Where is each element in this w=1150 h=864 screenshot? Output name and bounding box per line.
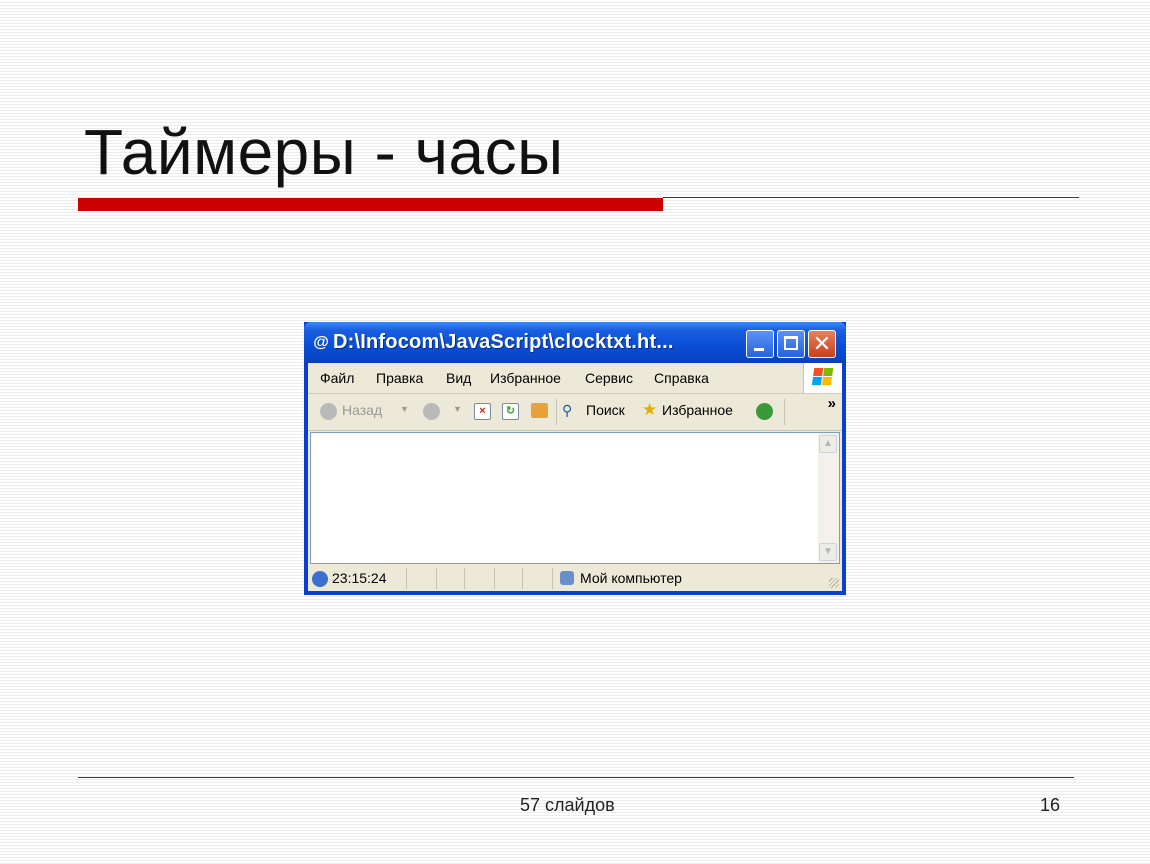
footer-divider — [78, 777, 1074, 778]
menu-tools[interactable]: Сервис — [585, 370, 633, 386]
sep-1 — [556, 399, 557, 425]
slide-title: Таймеры - часы — [84, 116, 564, 188]
home-icon[interactable] — [531, 403, 548, 418]
refresh-icon[interactable]: ↻ — [502, 403, 519, 420]
status-cell-3 — [464, 568, 465, 589]
menu-view[interactable]: Вид — [446, 370, 471, 386]
status-bar: 23:15:24 Мой компьютер — [308, 566, 842, 591]
ie-status-icon — [312, 571, 328, 587]
browser-window: @ D:\Infocom\JavaScript\clocktxt.ht... ✕… — [304, 322, 846, 595]
stop-icon[interactable]: × — [474, 403, 491, 420]
ie-page-icon: @ — [313, 334, 329, 351]
menu-favorites[interactable]: Избранное — [490, 370, 561, 386]
status-cell-2 — [436, 568, 437, 589]
status-cell-1 — [406, 568, 407, 589]
maximize-button[interactable] — [777, 330, 805, 358]
minimize-button[interactable] — [746, 330, 774, 358]
menu-help[interactable]: Справка — [654, 370, 709, 386]
search-icon: ⚲ — [562, 402, 573, 418]
forward-dropdown-icon: ▼ — [453, 404, 462, 414]
status-cell-5 — [522, 568, 523, 589]
scroll-down-icon[interactable]: ▼ — [819, 543, 837, 561]
toolbar-more-chevron[interactable]: » — [828, 395, 836, 412]
search-button[interactable]: Поиск — [586, 402, 625, 418]
history-icon[interactable] — [756, 403, 773, 420]
status-cell-4 — [494, 568, 495, 589]
window-title: D:\Infocom\JavaScript\clocktxt.ht... — [333, 331, 674, 353]
menu-file[interactable]: Файл — [320, 370, 354, 386]
title-underline-thin — [663, 197, 1079, 198]
sep-2 — [784, 399, 785, 425]
scroll-up-icon[interactable]: ▲ — [819, 435, 837, 453]
menu-edit[interactable]: Правка — [376, 370, 423, 386]
close-icon: ✕ — [812, 331, 832, 356]
windows-flag-icon — [811, 368, 835, 386]
computer-icon — [560, 571, 574, 585]
back-label: Назад — [342, 402, 383, 418]
maximize-icon — [784, 336, 798, 350]
minimize-icon — [754, 348, 764, 351]
back-dropdown-icon: ▼ — [400, 404, 409, 414]
status-cell-6 — [552, 568, 553, 589]
zone-text: Мой компьютер — [580, 570, 682, 586]
close-button[interactable]: ✕ — [808, 330, 836, 358]
title-underline-thick — [78, 198, 663, 211]
window-body: Файл Правка Вид Избранное Сервис Справка… — [308, 363, 842, 591]
vertical-scrollbar[interactable]: ▲ ▼ — [818, 433, 839, 563]
toolbar: Назад ▼ ▼ × ↻ ⚲ Поиск ★ Избранное » — [308, 394, 842, 431]
page-content: ▲ ▼ — [310, 432, 840, 564]
forward-arrow-icon[interactable] — [423, 403, 440, 420]
resize-grip[interactable] — [829, 578, 839, 588]
menu-bar: Файл Правка Вид Избранное Сервис Справка — [308, 363, 842, 394]
status-text: 23:15:24 — [332, 570, 387, 586]
windows-logo — [803, 363, 842, 393]
page-number: 16 — [1040, 795, 1061, 815]
favorites-button[interactable]: Избранное — [662, 402, 733, 418]
back-arrow-icon — [320, 403, 337, 420]
window-titlebar[interactable]: @ D:\Infocom\JavaScript\clocktxt.ht... ✕ — [304, 322, 846, 363]
footer-slide-count: 57 слайдов — [520, 795, 615, 815]
favorites-star-icon: ★ — [642, 400, 658, 419]
